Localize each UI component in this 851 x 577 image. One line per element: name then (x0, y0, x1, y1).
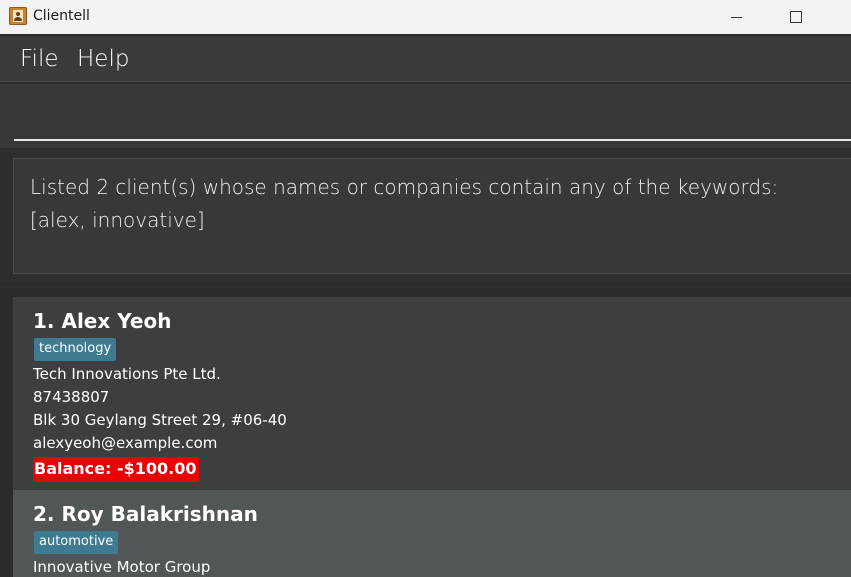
client-card-selected[interactable]: 2. Roy Balakrishnan automotive Innovativ… (13, 490, 851, 577)
client-address: Blk 30 Geylang Street 29, #06-40 (33, 411, 287, 429)
title-bar[interactable]: Clientell (0, 0, 851, 34)
client-phone: 87438807 (33, 388, 110, 406)
client-list[interactable]: 1. Alex Yeoh technology Tech Innovations… (0, 282, 851, 577)
menu-help[interactable]: Help (77, 46, 129, 72)
window-title: Clientell (33, 8, 90, 24)
client-company: Innovative Motor Group (33, 558, 211, 576)
client-email: alexyeoh@example.com (33, 434, 218, 452)
client-company: Tech Innovations Pte Ltd. (33, 365, 221, 383)
menu-bar: File Help (0, 36, 851, 82)
client-name: 2. Roy Balakrishnan (33, 502, 258, 526)
client-tag: technology (34, 338, 117, 361)
client-card[interactable]: 1. Alex Yeoh technology Tech Innovations… (13, 297, 851, 490)
command-box (0, 84, 851, 148)
command-input[interactable] (14, 84, 851, 141)
result-display: Listed 2 client(s) whose names or compan… (13, 158, 851, 274)
result-message: Listed 2 client(s) whose names or compan… (30, 175, 779, 232)
maximize-icon (790, 11, 802, 23)
result-display-panel: Listed 2 client(s) whose names or compan… (0, 150, 851, 282)
contact-book-icon (9, 7, 27, 25)
client-balance: Balance: -$100.00 (33, 457, 200, 482)
menu-file[interactable]: File (20, 46, 59, 72)
maximize-button[interactable] (773, 0, 819, 34)
minimize-button[interactable] (713, 0, 759, 34)
minimize-icon (730, 16, 742, 18)
client-tag: automotive (34, 531, 119, 554)
client-name: 1. Alex Yeoh (33, 309, 172, 333)
